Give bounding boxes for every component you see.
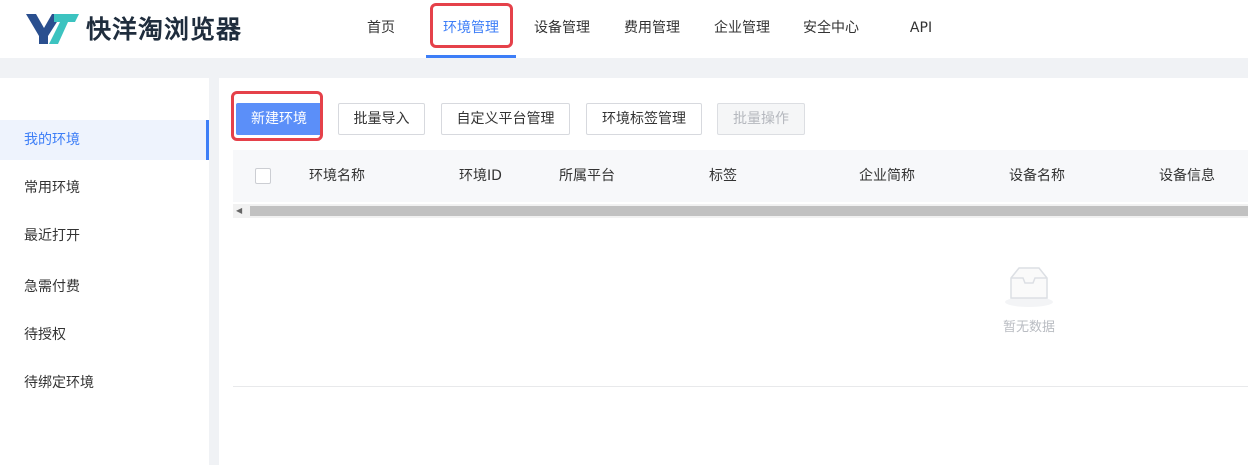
- sidebar-item-my-environments[interactable]: 我的环境: [0, 120, 209, 160]
- tag-management-button[interactable]: 环境标签管理: [586, 103, 702, 135]
- nav-billing-management[interactable]: 费用管理: [623, 0, 681, 58]
- table-header: 环境名称 环境ID 所属平台 标签 企业简称 设备名称 设备信息: [233, 150, 1248, 202]
- column-header-tags[interactable]: 标签: [709, 150, 737, 202]
- scroll-left-icon[interactable]: ◀: [236, 204, 246, 218]
- column-header-env-id[interactable]: 环境ID: [459, 150, 502, 202]
- app-logo[interactable]: 快洋淘浏览器: [24, 10, 242, 46]
- new-environment-button[interactable]: 新建环境: [236, 103, 322, 135]
- select-all-checkbox[interactable]: [255, 168, 271, 184]
- column-header-env-name[interactable]: 环境名称: [309, 150, 365, 202]
- column-header-platform[interactable]: 所属平台: [559, 150, 615, 202]
- custom-platform-button[interactable]: 自定义平台管理: [441, 103, 570, 135]
- nav-enterprise-management[interactable]: 企业管理: [713, 0, 771, 58]
- sidebar-item-pending-binding[interactable]: 待绑定环境: [0, 363, 209, 403]
- nav-home[interactable]: 首页: [366, 0, 396, 58]
- nav-api[interactable]: API: [909, 0, 933, 58]
- empty-state-text: 暂无数据: [1002, 320, 1055, 335]
- nav-environment-management[interactable]: 环境管理: [426, 0, 516, 58]
- top-header: 快洋淘浏览器 首页 环境管理 设备管理 费用管理 企业管理 安全中心 API: [0, 0, 1248, 58]
- table-bottom-divider: [233, 386, 1248, 387]
- empty-inbox-icon: [1005, 267, 1053, 307]
- app-name: 快洋淘浏览器: [86, 15, 243, 44]
- batch-operations-button[interactable]: 批量操作: [717, 103, 805, 135]
- nav-security-center[interactable]: 安全中心: [802, 0, 860, 58]
- brand-logo-icon: [26, 14, 79, 44]
- nav-active-indicator: [426, 55, 516, 58]
- sidebar-item-recently-opened[interactable]: 最近打开: [0, 216, 209, 256]
- batch-import-button[interactable]: 批量导入: [338, 103, 425, 135]
- column-header-device-info[interactable]: 设备信息: [1159, 150, 1215, 202]
- sidebar-item-urgent-payment[interactable]: 急需付费: [0, 267, 209, 307]
- column-header-device-name[interactable]: 设备名称: [1009, 150, 1065, 202]
- sidebar: 我的环境 常用环境 最近打开 急需付费 待授权 待绑定环境: [0, 78, 209, 465]
- column-header-enterprise[interactable]: 企业简称: [859, 150, 915, 202]
- empty-state: 暂无数据: [979, 264, 1079, 335]
- sidebar-item-pending-authorization[interactable]: 待授权: [0, 315, 209, 355]
- sidebar-item-common-environments[interactable]: 常用环境: [0, 168, 209, 208]
- horizontal-scrollbar[interactable]: ◀: [233, 204, 1248, 218]
- scrollbar-thumb[interactable]: [250, 206, 1248, 216]
- main-content: 新建环境 批量导入 自定义平台管理 环境标签管理 批量操作 环境名称 环境ID …: [219, 78, 1248, 465]
- nav-device-management[interactable]: 设备管理: [533, 0, 591, 58]
